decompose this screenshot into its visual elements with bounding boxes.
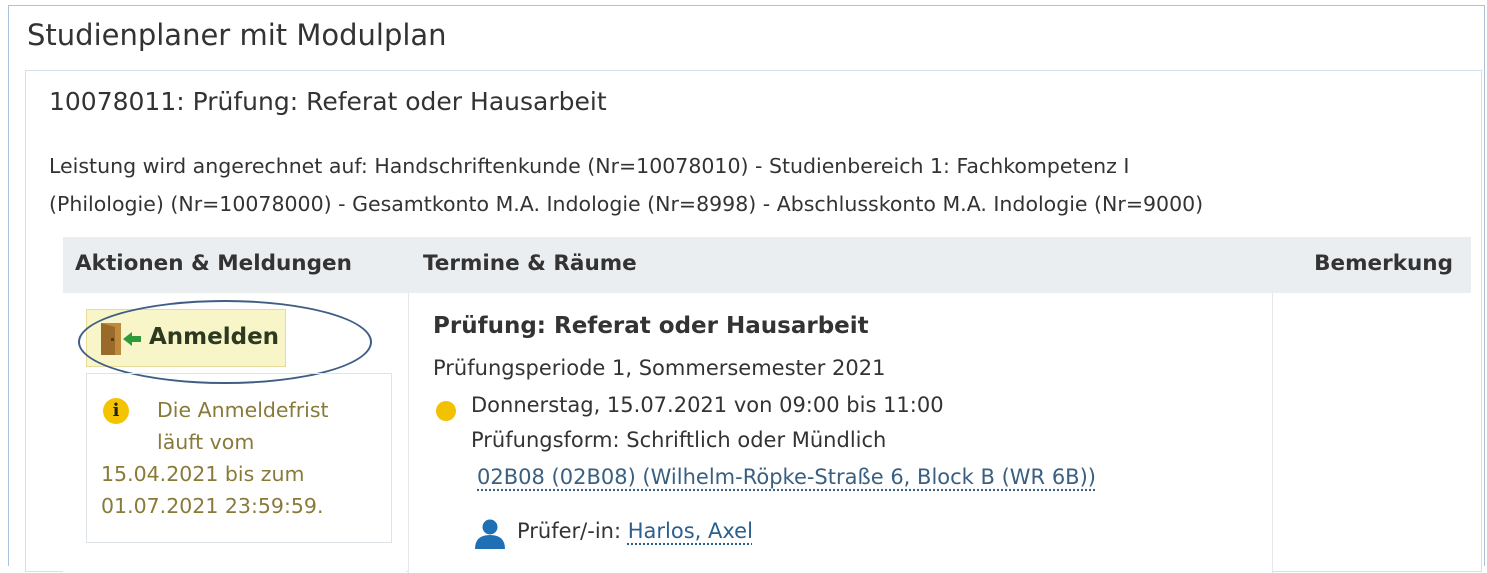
exam-date: Donnerstag, 15.07.2021 von 09:00 bis 11:… [471, 393, 944, 417]
header-actions: Aktionen & Meldungen [75, 251, 352, 276]
credited-line-2: (Philologie) (Nr=10078000) - Gesamtkonto… [49, 192, 1204, 216]
appointment-title: Prüfung: Referat oder Hausarbeit [433, 313, 869, 339]
exam-panel: 10078011: Prüfung: Referat oder Hausarbe… [25, 70, 1482, 573]
status-dot-icon [436, 401, 456, 421]
dates-cell: Prüfung: Referat oder Hausarbeit Prüfung… [408, 293, 1273, 573]
examiner-name-link[interactable]: Harlos, Axel [628, 519, 753, 543]
door-enter-icon [99, 322, 143, 362]
exam-period: Prüfungsperiode 1, Sommersemester 2021 [433, 356, 886, 380]
module-planner-window: Studienplaner mit Modulplan 10078011: Pr… [8, 5, 1485, 573]
examiner: Prüfer/-in: Harlos, Axel [517, 519, 753, 543]
header-dates: Termine & Räume [423, 251, 637, 276]
register-label: Anmelden [149, 324, 280, 350]
page-title: Studienplaner mit Modulplan [27, 18, 447, 52]
info-line-2: läuft vom [157, 430, 255, 454]
info-line-4: 01.07.2021 23:59:59. [101, 494, 324, 518]
register-button[interactable]: Anmelden [86, 309, 286, 367]
info-line-1: Die Anmeldefrist [157, 398, 329, 422]
header-remark: Bemerkung [1314, 251, 1453, 276]
exam-form: Prüfungsform: Schriftlich oder Mündlich [471, 428, 887, 452]
registration-info-box: i Die Anmeldefrist läuft vom 15.04.2021 … [86, 373, 392, 543]
person-icon [473, 519, 507, 553]
room-link[interactable]: 02B08 (02B08) (Wilhelm-Röpke-Straße 6, B… [477, 465, 1096, 489]
credited-line-1: Leistung wird angerechnet auf: Handschri… [49, 154, 1130, 178]
credited-to-text: Leistung wird angerechnet auf: Handschri… [49, 147, 1469, 223]
exam-title: 10078011: Prüfung: Referat oder Hausarbe… [49, 87, 607, 116]
info-line-3: 15.04.2021 bis zum [101, 462, 305, 486]
actions-cell: Anmelden i Die Anmeldefrist läuft vom 15… [63, 293, 406, 573]
table-header: Aktionen & Meldungen Termine & Räume Bem… [63, 237, 1471, 293]
examiner-label: Prüfer/-in: [517, 519, 622, 543]
registration-info-text: Die Anmeldefrist läuft vom 15.04.2021 bi… [101, 394, 391, 522]
